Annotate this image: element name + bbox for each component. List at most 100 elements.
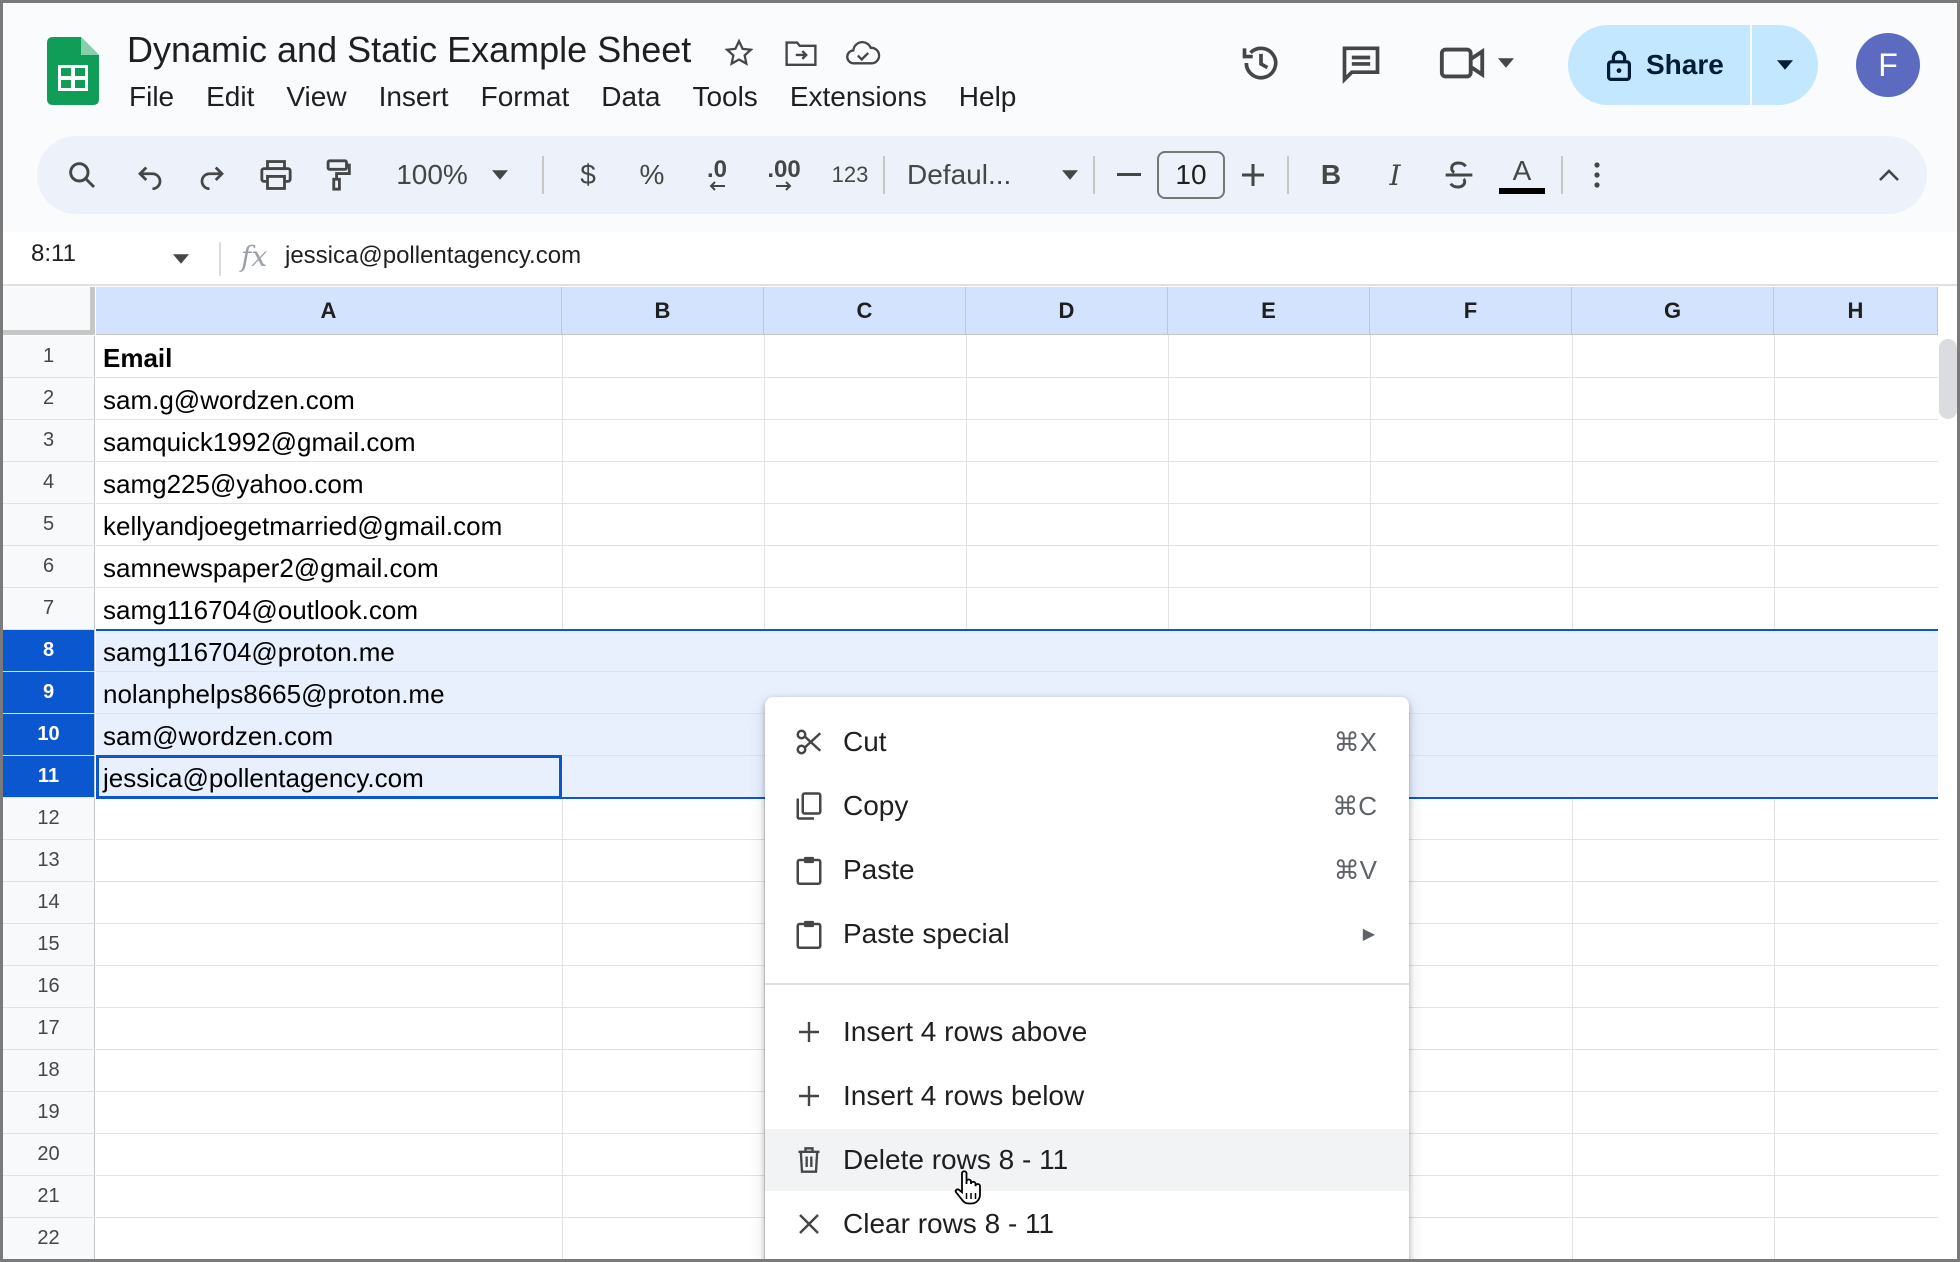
decrease-font-size-icon[interactable] xyxy=(1109,136,1149,214)
menu-item-paste-special[interactable]: Paste special ▶ xyxy=(765,903,1409,965)
row-header[interactable]: 20 xyxy=(3,1134,95,1176)
meet-icon[interactable] xyxy=(1431,33,1521,93)
zoom-dropdown-icon[interactable] xyxy=(485,136,515,214)
menu-item-insert-4-rows-above[interactable]: Insert 4 rows above xyxy=(765,1001,1409,1063)
row-header[interactable]: 11 xyxy=(3,756,95,798)
column-header-7[interactable]: H xyxy=(1774,287,1938,335)
move-folder-icon[interactable] xyxy=(781,33,821,73)
row-header[interactable]: 1 xyxy=(3,336,95,378)
cell-a[interactable]: sam@wordzen.com xyxy=(103,721,333,752)
column-header-0[interactable]: A xyxy=(96,287,562,335)
select-all-corner[interactable] xyxy=(3,287,95,335)
formula-input[interactable]: jessica@pollentagency.com xyxy=(285,242,581,270)
more-vert-icon[interactable] xyxy=(1577,136,1617,214)
format-currency-button[interactable]: $ xyxy=(563,136,613,214)
row-header[interactable]: 4 xyxy=(3,462,95,504)
table-row[interactable] xyxy=(96,462,1938,504)
strikethrough-icon[interactable] xyxy=(1435,136,1483,214)
format-percent-button[interactable]: % xyxy=(627,136,677,214)
redo-icon[interactable] xyxy=(187,136,237,214)
column-header-4[interactable]: E xyxy=(1168,287,1370,335)
menu-file[interactable]: File xyxy=(113,77,190,117)
bold-button[interactable]: B xyxy=(1307,136,1355,214)
decrease-decimal-button[interactable]: .0 xyxy=(687,136,747,214)
row-header[interactable]: 10 xyxy=(3,714,95,756)
menu-help[interactable]: Help xyxy=(943,77,1033,117)
increase-font-size-icon[interactable] xyxy=(1233,136,1273,214)
collapse-icon[interactable] xyxy=(1869,136,1909,214)
menu-insert[interactable]: Insert xyxy=(363,77,465,117)
row-header[interactable]: 19 xyxy=(3,1092,95,1134)
sheets-logo-icon[interactable] xyxy=(47,37,99,105)
menu-item-insert-4-rows-below[interactable]: Insert 4 rows below xyxy=(765,1065,1409,1127)
star-icon[interactable] xyxy=(719,33,759,73)
row-header[interactable]: 21 xyxy=(3,1176,95,1218)
row-header[interactable]: 17 xyxy=(3,1008,95,1050)
row-header[interactable]: 18 xyxy=(3,1050,95,1092)
font-select[interactable]: Defaul... xyxy=(907,136,1057,214)
document-title[interactable]: Dynamic and Static Example Sheet xyxy=(127,29,691,71)
name-box-dropdown-icon[interactable] xyxy=(173,254,189,264)
cell-a[interactable]: kellyandjoegetmarried@gmail.com xyxy=(103,511,502,542)
row-header[interactable]: 5 xyxy=(3,504,95,546)
zoom-select[interactable]: 100% xyxy=(387,136,477,214)
row-header[interactable]: 8 xyxy=(3,630,95,672)
search-icon[interactable] xyxy=(55,136,109,214)
row-header[interactable]: 13 xyxy=(3,840,95,882)
menu-item-paste[interactable]: Paste ⌘V xyxy=(765,839,1409,901)
menu-edit[interactable]: Edit xyxy=(190,77,270,117)
cell-a[interactable]: nolanphelps8665@proton.me xyxy=(103,679,445,710)
cloud-saved-icon[interactable] xyxy=(843,33,883,73)
undo-icon[interactable] xyxy=(125,136,175,214)
increase-decimal-button[interactable]: .00 xyxy=(751,136,817,214)
table-row[interactable] xyxy=(96,336,1938,378)
cell-a[interactable]: samnewspaper2@gmail.com xyxy=(103,553,439,584)
vertical-scrollbar[interactable] xyxy=(1939,339,1957,419)
cell-a[interactable]: Email xyxy=(103,343,172,374)
column-header-2[interactable]: C xyxy=(764,287,966,335)
share-button[interactable]: Share xyxy=(1568,25,1752,105)
print-icon[interactable] xyxy=(251,136,301,214)
row-header[interactable]: 2 xyxy=(3,378,95,420)
menu-tools[interactable]: Tools xyxy=(676,77,773,117)
menu-item-cut[interactable]: Cut ⌘X xyxy=(765,711,1409,773)
font-size-input[interactable]: 10 xyxy=(1157,151,1225,199)
row-header[interactable]: 7 xyxy=(3,588,95,630)
row-header[interactable]: 9 xyxy=(3,672,95,714)
row-header[interactable]: 6 xyxy=(3,546,95,588)
comments-icon[interactable] xyxy=(1331,33,1391,93)
menu-item-copy[interactable]: Copy ⌘C xyxy=(765,775,1409,837)
row-header[interactable]: 15 xyxy=(3,924,95,966)
cell-a[interactable]: samg116704@outlook.com xyxy=(103,595,418,626)
column-header-3[interactable]: D xyxy=(966,287,1168,335)
cell-a[interactable]: samquick1992@gmail.com xyxy=(103,427,416,458)
account-avatar[interactable]: F xyxy=(1856,33,1920,97)
font-dropdown-icon[interactable] xyxy=(1055,136,1085,214)
menu-format[interactable]: Format xyxy=(465,77,586,117)
row-header[interactable]: 22 xyxy=(3,1218,95,1259)
paint-format-icon[interactable] xyxy=(313,136,363,214)
column-header-5[interactable]: F xyxy=(1370,287,1572,335)
table-row[interactable] xyxy=(96,378,1938,420)
menu-view[interactable]: View xyxy=(270,77,362,117)
row-header[interactable]: 3 xyxy=(3,420,95,462)
menu-item-delete-rows-8-11[interactable]: Delete rows 8 - 11 xyxy=(765,1129,1409,1191)
row-header[interactable]: 12 xyxy=(3,798,95,840)
name-box[interactable]: 8:11 xyxy=(31,240,76,268)
more-formats-button[interactable]: 123 xyxy=(817,136,883,214)
share-dropdown-icon[interactable] xyxy=(1752,25,1818,105)
row-header[interactable]: 16 xyxy=(3,966,95,1008)
italic-button[interactable]: I xyxy=(1371,136,1419,214)
column-header-1[interactable]: B xyxy=(562,287,764,335)
menu-item-clear-rows-8-11[interactable]: Clear rows 8 - 11 xyxy=(765,1193,1409,1255)
row-header[interactable]: 14 xyxy=(3,882,95,924)
menu-extensions[interactable]: Extensions xyxy=(774,77,943,117)
cell-a[interactable]: samg225@yahoo.com xyxy=(103,469,364,500)
cell-a[interactable]: jessica@pollentagency.com xyxy=(103,763,424,794)
menu-data[interactable]: Data xyxy=(585,77,676,117)
cell-a[interactable]: sam.g@wordzen.com xyxy=(103,385,355,416)
version-history-icon[interactable] xyxy=(1231,33,1291,93)
column-header-6[interactable]: G xyxy=(1572,287,1774,335)
text-color-button[interactable]: A xyxy=(1495,136,1549,214)
cell-a[interactable]: samg116704@proton.me xyxy=(103,637,395,668)
